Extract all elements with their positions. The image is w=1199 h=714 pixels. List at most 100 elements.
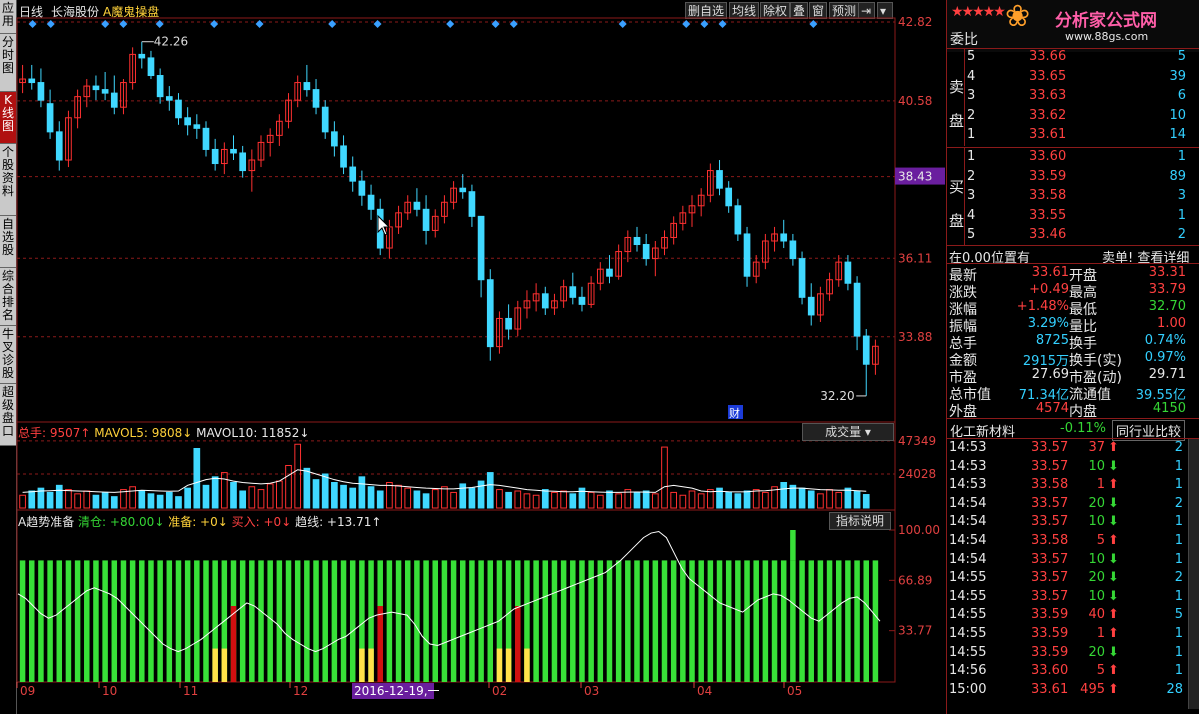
volume-bar	[743, 490, 751, 509]
volume-bar	[55, 484, 63, 509]
candle-body	[156, 75, 164, 98]
volume-bar	[376, 490, 384, 509]
volume-bar	[248, 486, 256, 509]
clear-bar	[29, 560, 35, 682]
level-price: 33.58	[1029, 188, 1067, 204]
marker-diamond-icon	[809, 20, 818, 28]
marker-diamond-icon	[718, 20, 727, 28]
volume-bar	[422, 493, 430, 509]
candle-body	[505, 317, 512, 330]
volume-bar	[175, 496, 182, 509]
arrow-down-icon: ⬇	[1108, 588, 1119, 604]
tick-price: 33.57	[1031, 514, 1069, 530]
sell-level-row[interactable]: 1 33.61 14	[947, 126, 1199, 143]
buy-level-row[interactable]: 4 33.55 1	[947, 207, 1199, 224]
tick-count: 1	[1174, 458, 1183, 474]
volume-bar	[230, 482, 237, 509]
clear-bar	[478, 560, 484, 682]
indicator-legend: A趋势准备 清仓: +80.00↓ 准备: +0↓ 买入: +0↓ 趋线: +1…	[18, 513, 381, 530]
price-frame	[16, 17, 896, 423]
sell-level-row[interactable]: 4 33.65 39	[947, 68, 1199, 85]
volume-bar	[670, 491, 678, 509]
tick-time: 14:54	[949, 551, 987, 567]
clear-bar	[340, 560, 347, 682]
arrow-down-icon: ⬇	[1108, 514, 1119, 530]
x-axis-label: 02	[492, 684, 507, 698]
tick-count: 1	[1174, 644, 1183, 660]
volume-bar	[844, 487, 852, 509]
clear-bar	[331, 560, 338, 682]
candle-body	[349, 166, 357, 182]
logo-url: www.88gs.com	[1065, 30, 1149, 43]
volume-bar	[19, 494, 26, 509]
tick-row: 14:55 33.59 1 ⬆ 1	[947, 625, 1187, 642]
arrow-up-icon: ⬆	[1108, 663, 1119, 679]
quote-value: 3.29%	[1027, 316, 1069, 331]
clear-bar	[84, 560, 90, 682]
sell-level-row[interactable]: 3 33.63 6	[947, 87, 1199, 104]
volume-legend-ma10: MAVOL10: 11852↓	[196, 426, 310, 440]
level-price: 33.46	[1029, 227, 1067, 243]
clear-bar	[294, 560, 301, 682]
clear-bar	[826, 560, 833, 682]
volume-bar	[294, 443, 302, 509]
level-num: 1	[967, 149, 976, 164]
volume-select[interactable]: 成交量 ▾	[802, 423, 894, 441]
buy-level-row[interactable]: 1 33.60 1	[947, 148, 1199, 165]
clear-bar	[19, 560, 26, 682]
clear-bar	[249, 560, 255, 682]
price-tick-label: 40.58	[898, 94, 932, 108]
clear-bar	[129, 560, 136, 682]
indicator-help-button[interactable]: 指标说明	[829, 512, 891, 530]
volume-bar	[541, 489, 549, 509]
volume-ma-line	[22, 469, 867, 493]
quote-value: 0.74%	[1144, 333, 1186, 348]
tick-scrollbar[interactable]	[1188, 439, 1199, 709]
buy-level-row[interactable]: 5 33.46 2	[947, 226, 1199, 243]
marker-diamond-icon	[101, 20, 110, 28]
volume-bar	[193, 448, 201, 509]
sell-level-row[interactable]: 5 33.66 5	[947, 48, 1199, 65]
clear-bar	[487, 560, 494, 682]
prepare-bar	[221, 648, 228, 682]
sell-level-row[interactable]: 2 33.62 10	[947, 107, 1199, 124]
level-volume: 3	[1177, 188, 1186, 204]
x-axis-label: 11	[183, 684, 198, 698]
volume-bar	[477, 480, 485, 509]
volume-bar	[220, 472, 228, 509]
clear-bar	[872, 560, 879, 682]
candle-body	[789, 240, 797, 260]
tick-price: 33.58	[1031, 477, 1069, 493]
buy-bar	[515, 606, 521, 682]
volume-bar	[707, 489, 714, 509]
tick-count: 2	[1174, 495, 1183, 511]
volume-bar	[679, 494, 687, 509]
candle-body	[239, 152, 247, 172]
candle-body	[37, 82, 45, 101]
clear-bar	[414, 560, 420, 682]
clear-bar	[542, 560, 549, 682]
volume-bar	[505, 491, 512, 509]
tick-time: 14:53	[949, 458, 987, 474]
volume-bar	[486, 472, 494, 509]
volume-bar	[532, 494, 540, 509]
candle-body	[165, 96, 173, 101]
level-price: 33.59	[1029, 168, 1067, 184]
chart-area[interactable]: 42.82 40.58 36.11 33.88 38.43 42.26 32.20 财 4734…	[0, 0, 946, 714]
candle-body	[578, 296, 586, 305]
level-volume: 1	[1177, 207, 1186, 223]
tick-count: 1	[1174, 588, 1183, 604]
candle-body	[422, 208, 430, 231]
arrow-up-icon: ⬆	[1108, 477, 1119, 493]
level-price: 33.62	[1029, 107, 1067, 123]
buy-side-label: 买盘	[949, 170, 965, 238]
level-num: 3	[967, 188, 976, 204]
candle-body	[175, 99, 182, 119]
clear-bar	[716, 560, 723, 682]
indicator-tick-label: 33.77	[898, 624, 932, 638]
volume-bar	[642, 490, 650, 509]
buy-level-row[interactable]: 3 33.58 3	[947, 187, 1199, 204]
buy-level-row[interactable]: 2 33.59 89	[947, 168, 1199, 185]
level-num: 2	[967, 107, 976, 123]
clear-bar	[762, 560, 769, 682]
